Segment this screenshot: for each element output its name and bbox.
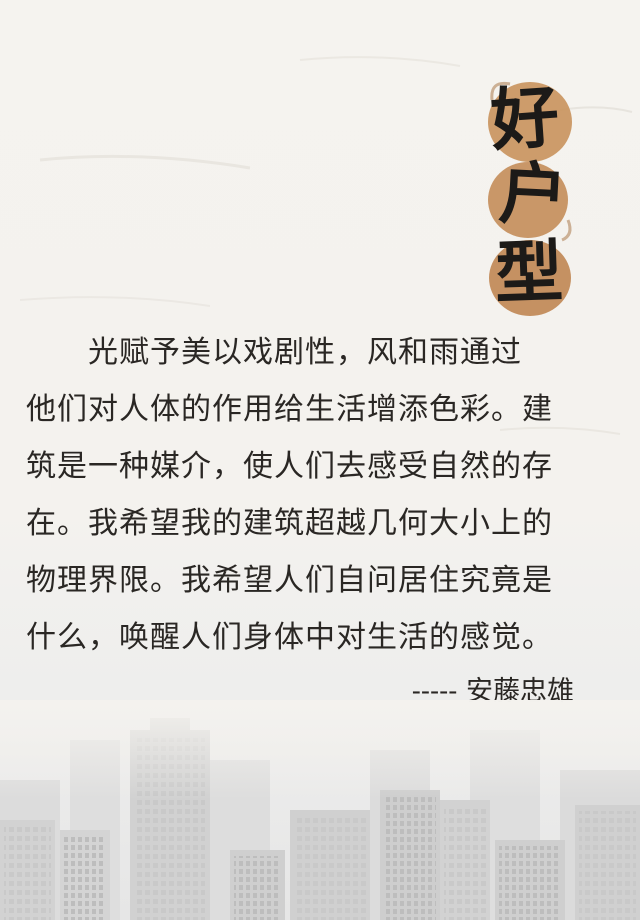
title-char-2: 户 bbox=[496, 153, 570, 237]
city-skyline-illustration bbox=[0, 700, 640, 920]
quote-line-4: 在。我希望我的建筑超越几何大小上的 bbox=[26, 506, 553, 541]
title-calligraphy: 好 户 型 bbox=[470, 60, 590, 320]
title-char-3: 型 bbox=[493, 231, 565, 315]
quote-line-3: 筑是一种媒介，使人们去感受自然的存 bbox=[26, 449, 553, 484]
quote-line-2: 他们对人体的作用给生活增添色彩。建 bbox=[26, 392, 553, 427]
quote-line-1: 光赋予美以戏剧性，风和雨通过 bbox=[88, 335, 522, 370]
quote-text: 光赋予美以戏剧性，风和雨通过 他们对人体的作用给生活增添色彩。建 筑是一种媒介，… bbox=[26, 330, 586, 672]
title-char-1: 好 bbox=[488, 76, 562, 162]
quote-line-6: 什么，唤醒人们身体中对生活的感觉。 bbox=[26, 620, 553, 655]
page-root: 好 户 型 光赋予美以戏剧性，风和雨通过 他们对人体的作用给生活增添色彩。建 筑… bbox=[0, 0, 640, 920]
quote-line-5: 物理界限。我希望人们自问居住究竟是 bbox=[26, 563, 553, 598]
